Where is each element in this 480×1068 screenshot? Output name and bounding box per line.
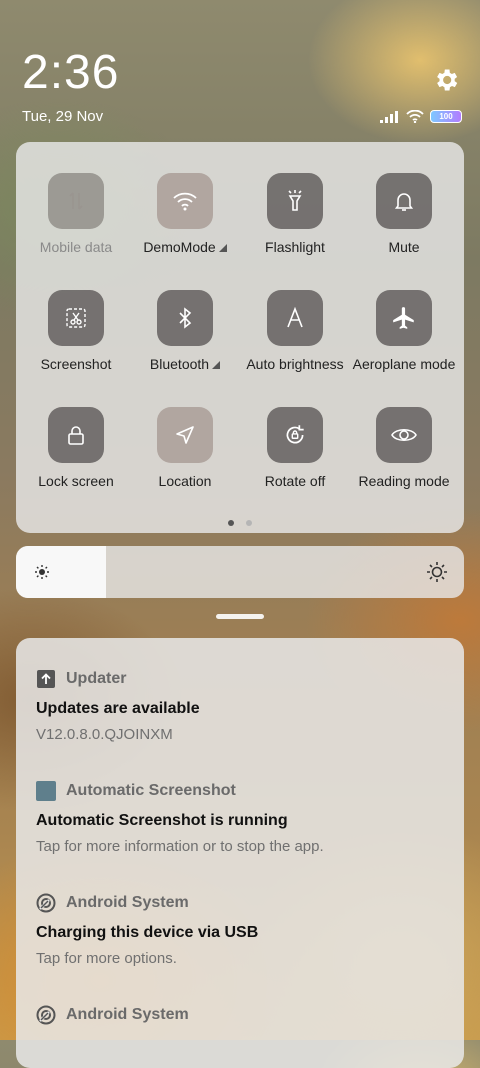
bluetooth-icon: [157, 290, 213, 346]
notification-title: Updates are available: [36, 700, 200, 717]
notification-app-name: Android System: [66, 1006, 189, 1023]
tile-label: Mobile data: [39, 239, 113, 255]
notification-item[interactable]: Updater Updates are available V12.0.8.0.…: [36, 668, 446, 743]
notification-item[interactable]: Android System: [36, 1004, 446, 1026]
brightness-high-icon: [427, 562, 447, 582]
app-square-icon: [36, 781, 56, 801]
notification-body: Tap for more information or to stop the …: [36, 838, 324, 855]
notification-item[interactable]: Android System Charging this device via …: [36, 892, 446, 967]
brightness-slider[interactable]: [16, 546, 464, 598]
tile-rotate-off[interactable]: Rotate off: [240, 407, 350, 489]
page-dot[interactable]: [246, 520, 252, 526]
tile-label: Screenshot: [40, 356, 112, 372]
rotate-icon: [267, 407, 323, 463]
airplane-icon: [376, 290, 432, 346]
tile-bluetooth[interactable]: Bluetooth: [130, 290, 240, 372]
page-indicator: [228, 520, 252, 526]
tile-mobile-data[interactable]: Mobile data: [21, 173, 131, 255]
date[interactable]: Tue, 29 Nov: [22, 108, 103, 125]
wifi-status-icon: [406, 110, 424, 123]
tile-label: Auto brightness: [246, 356, 344, 372]
notification-body: V12.0.8.0.QJOINXM: [36, 726, 173, 743]
tile-label: Bluetooth: [130, 356, 240, 372]
bell-icon: [376, 173, 432, 229]
gear-icon[interactable]: [432, 66, 460, 94]
tile-label: Aeroplane mode: [352, 356, 456, 372]
tile-label: Location: [158, 473, 212, 489]
page-dot-active[interactable]: [228, 520, 234, 526]
notification-item[interactable]: Automatic Screenshot Automatic Screensho…: [36, 780, 446, 855]
notification-app-name: Updater: [66, 670, 127, 687]
eye-icon: [376, 407, 432, 463]
status-icons: 100: [380, 110, 462, 123]
clock[interactable]: 2:36: [22, 46, 119, 100]
tile-flashlight[interactable]: Flashlight: [240, 173, 350, 255]
signal-icon: [380, 110, 398, 123]
tile-lock-screen[interactable]: Lock screen: [21, 407, 131, 489]
tile-label: DemoMode: [130, 239, 240, 255]
tile-auto-brightness[interactable]: Auto brightness: [240, 290, 350, 372]
tile-label: Mute: [388, 239, 420, 255]
drag-handle[interactable]: [216, 614, 264, 619]
tile-label: Reading mode: [358, 473, 450, 489]
notification-panel: Updater Updates are available V12.0.8.0.…: [16, 638, 464, 1068]
auto-brightness-icon: [267, 290, 323, 346]
tile-label: Rotate off: [264, 473, 326, 489]
android-system-icon: [36, 1005, 56, 1025]
tile-mute[interactable]: Mute: [349, 173, 459, 255]
notification-app-name: Automatic Screenshot: [66, 782, 236, 799]
brightness-low-icon: [35, 565, 49, 579]
quick-settings-panel: Mobile data DemoMode Flashlight Mute Scr…: [16, 142, 464, 533]
wifi-icon: [157, 173, 213, 229]
tile-demomode[interactable]: DemoMode: [130, 173, 240, 255]
notification-title: Automatic Screenshot is running: [36, 812, 288, 829]
tile-aeroplane-mode[interactable]: Aeroplane mode: [349, 290, 459, 372]
battery-indicator: 100: [430, 110, 462, 123]
expand-triangle-icon: [212, 361, 221, 369]
mobile-data-icon: [48, 173, 104, 229]
updater-icon: [37, 670, 55, 688]
android-system-icon: [36, 893, 56, 913]
tile-label: Flashlight: [265, 239, 325, 255]
flashlight-icon: [267, 173, 323, 229]
tile-location[interactable]: Location: [130, 407, 240, 489]
tile-screenshot[interactable]: Screenshot: [21, 290, 131, 372]
notification-app-name: Android System: [66, 894, 189, 911]
location-icon: [157, 407, 213, 463]
tile-reading-mode[interactable]: Reading mode: [349, 407, 459, 489]
expand-triangle-icon: [218, 244, 227, 252]
notification-body: Tap for more options.: [36, 950, 177, 967]
tile-label: Lock screen: [38, 473, 114, 489]
scissors-icon: [48, 290, 104, 346]
lock-icon: [48, 407, 104, 463]
brightness-fill: [16, 546, 106, 598]
notification-title: Charging this device via USB: [36, 924, 259, 941]
